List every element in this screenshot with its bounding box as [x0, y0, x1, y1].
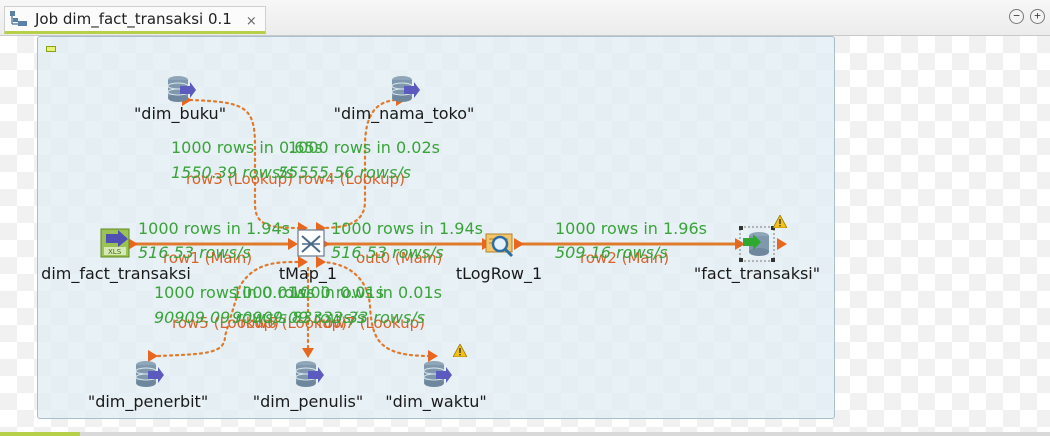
- database-icon[interactable]: [292, 359, 324, 391]
- component-label-dim-waktu: "dim_waktu": [385, 392, 487, 411]
- svg-text:XLS: XLS: [108, 248, 122, 256]
- database-icon[interactable]: [132, 359, 164, 391]
- warning-icon: [772, 213, 788, 232]
- flow-rows-row2: 1000 rows in 1.96s: [555, 219, 707, 238]
- flow-rows-out0: 1000 rows in 1.94s: [331, 219, 483, 238]
- component-label-dim-buku: "dim_buku": [133, 104, 227, 123]
- flow-rate-row4: 55555.56 rows/s: [278, 163, 411, 182]
- close-icon[interactable]: ×: [246, 14, 257, 29]
- flow-rate-row7: 83333.33 rows/s: [292, 308, 425, 327]
- flow-rate-row1: 516.53 rows/s: [138, 243, 251, 262]
- connector-dim-penulis: [302, 348, 314, 358]
- database-icon[interactable]: [388, 74, 420, 106]
- job-icon: [9, 10, 29, 28]
- job-design-canvas[interactable]: "dim_buku" "dim_nama_toko" XLS dim_fact_…: [0, 36, 1050, 436]
- log-row-icon[interactable]: [484, 228, 516, 260]
- flow-rate-out0: 516.53 rows/s: [331, 243, 444, 262]
- flow-rate-row3: 1550.39 rows/s: [171, 163, 294, 182]
- database-output-icon[interactable]: [739, 226, 775, 262]
- database-icon[interactable]: [420, 359, 452, 391]
- flow-rows-row7: 1000 rows in 0.01s: [290, 283, 442, 302]
- minimize-icon[interactable]: −: [1009, 9, 1024, 24]
- tab-title: Job dim_fact_transaksi 0.1: [35, 10, 232, 28]
- editor-tab-bar: Job dim_fact_transaksi 0.1 × − +: [0, 0, 1050, 36]
- component-label-dim-penerbit: "dim_penerbit": [87, 392, 209, 411]
- bottom-status-strip: [0, 432, 1050, 436]
- component-label-dim-nama-toko: "dim_nama_toko": [333, 104, 475, 123]
- database-icon[interactable]: [164, 74, 196, 106]
- component-label-tmap: tMap_1: [278, 264, 338, 283]
- tmap-icon[interactable]: [296, 228, 328, 260]
- maximize-icon[interactable]: +: [1030, 9, 1045, 24]
- flow-rows-row4: 1000 rows in 0.02s: [288, 138, 440, 157]
- job-tab[interactable]: Job dim_fact_transaksi 0.1 ×: [4, 6, 266, 34]
- flow-rate-row2: 509.16 rows/s: [555, 243, 668, 262]
- flow-rows-row1: 1000 rows in 1.94s: [138, 219, 290, 238]
- component-label-tlogrow: tLogRow_1: [455, 264, 543, 283]
- connector-output-out: [777, 238, 787, 250]
- warning-icon: [452, 342, 468, 361]
- component-label-fact-transaksi: "fact_transaksi": [693, 264, 821, 283]
- component-label-dim-penulis: "dim_penulis": [252, 392, 364, 411]
- excel-input-icon[interactable]: XLS: [100, 228, 132, 260]
